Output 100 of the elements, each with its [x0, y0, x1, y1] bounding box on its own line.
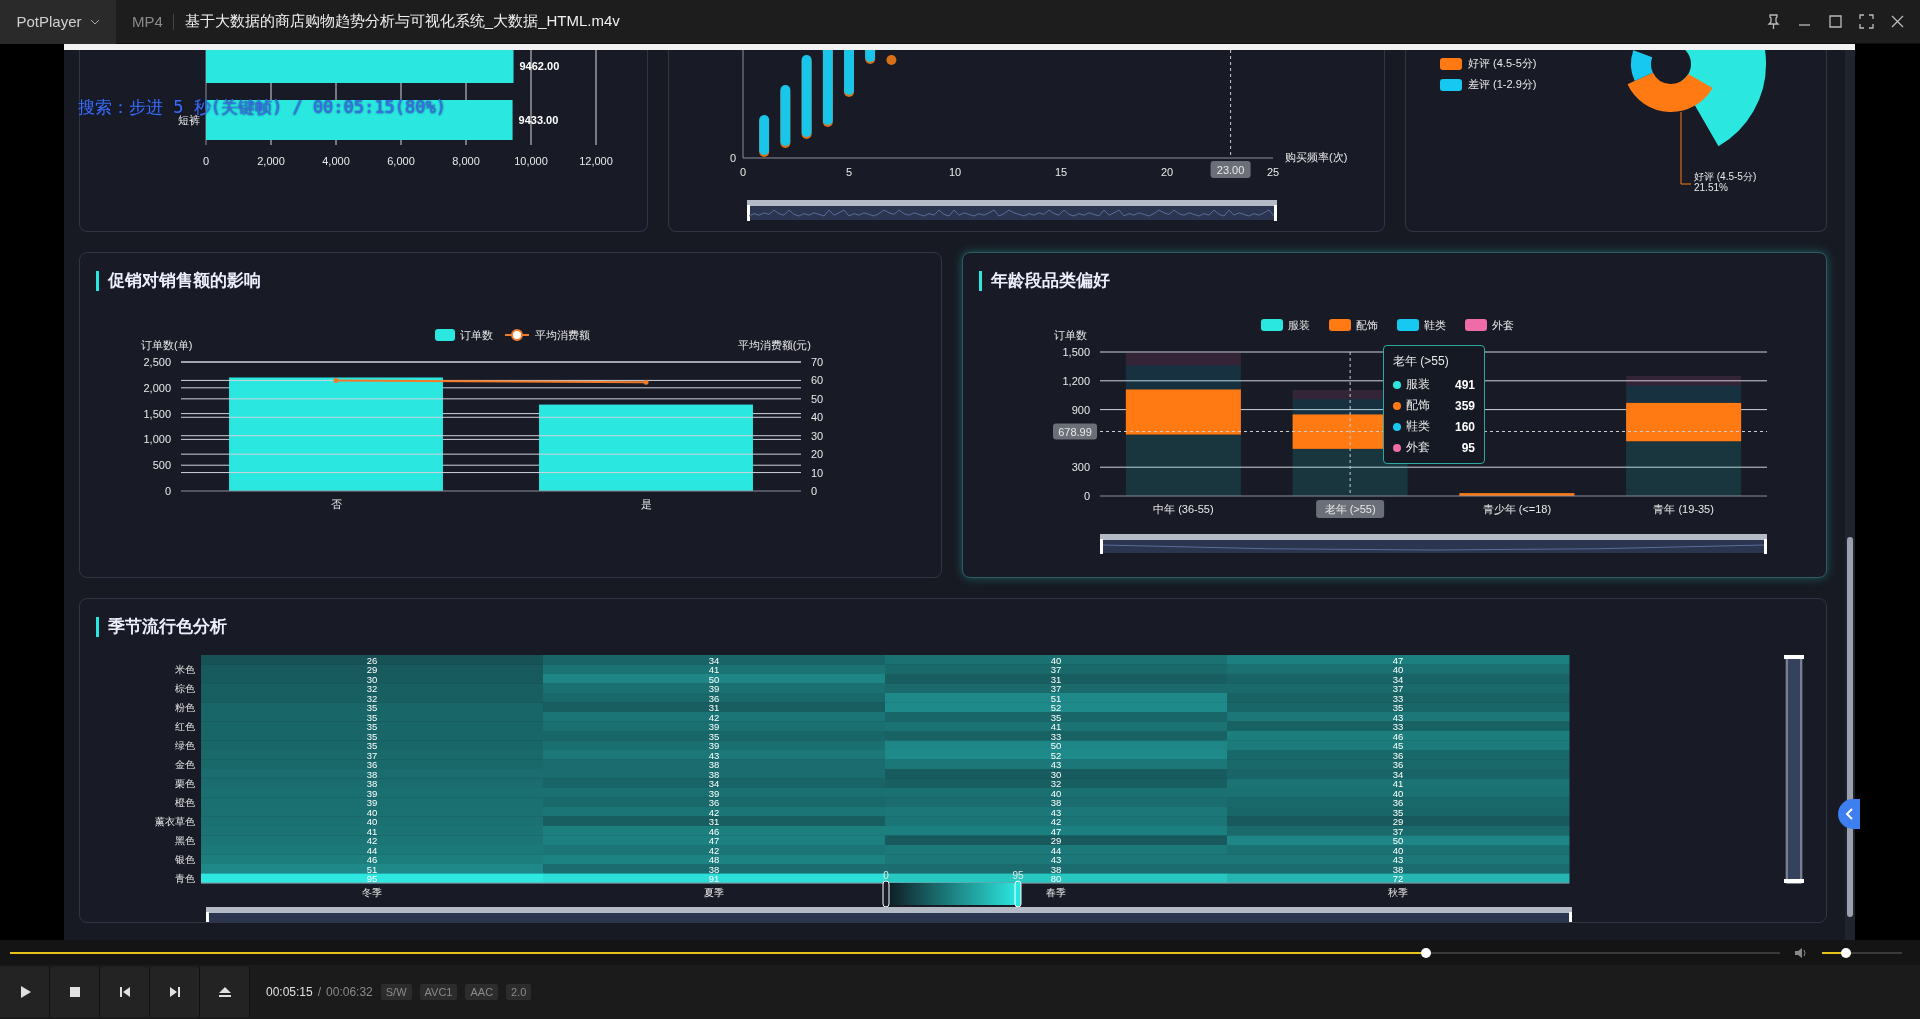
- zoom-slider[interactable]: [747, 200, 1277, 221]
- cell-value: 35: [366, 721, 378, 732]
- callout-percent: 21.51%: [1694, 182, 1728, 193]
- total-time: 00:06:32: [326, 985, 373, 999]
- axis-tick-label: 0: [164, 485, 171, 497]
- axis-tick-label: 25: [1266, 166, 1280, 178]
- axis-tick-label: 70: [811, 356, 824, 368]
- pointer-label: 23.00: [1210, 161, 1251, 178]
- cell-value: 52: [1050, 702, 1062, 713]
- cell-value: 42: [1050, 816, 1062, 827]
- cell-value: 36: [1392, 749, 1404, 761]
- cell-value: 40: [1050, 787, 1062, 799]
- cell-value: 40: [366, 806, 378, 818]
- cell-value: 91: [708, 873, 720, 884]
- cell-value: 47: [708, 835, 720, 846]
- cell-value: 51: [1050, 692, 1062, 704]
- series-name: 配饰: [1406, 397, 1431, 414]
- cell-value: 46: [708, 825, 720, 837]
- legend-item[interactable]: 订单数: [435, 329, 493, 341]
- category-label: 否: [330, 498, 342, 510]
- cell-value: 34: [1392, 673, 1404, 685]
- column-label: 春季: [1046, 887, 1066, 898]
- axis-tick-label: 1,500: [143, 407, 171, 420]
- cell-value: 50: [708, 673, 720, 685]
- axis-tick-label: 2,500: [143, 356, 171, 368]
- cell-value: 80: [1050, 873, 1062, 884]
- cell-value: 72: [1392, 873, 1404, 884]
- legend-item[interactable]: 平均消费额: [504, 329, 590, 341]
- legend-label: 外套: [1492, 319, 1514, 331]
- cell-value: 32: [366, 683, 378, 694]
- cell-value: 33: [1050, 730, 1062, 742]
- cell-value: 34: [708, 778, 720, 789]
- cell-value: 51: [366, 863, 378, 875]
- cell-value: 37: [1050, 683, 1062, 694]
- cell-value: 33: [1392, 692, 1404, 704]
- speaker-icon[interactable]: [1794, 946, 1808, 959]
- cell-value: 31: [708, 702, 720, 713]
- eject-icon: [217, 985, 232, 999]
- axis-tick-label: 300: [1071, 461, 1090, 474]
- cell-value: 34: [1392, 768, 1404, 780]
- zoom-slider[interactable]: [206, 907, 1572, 922]
- axis-tick-label: 4,000: [322, 155, 350, 167]
- collapse-button[interactable]: [1838, 799, 1860, 829]
- previous-button[interactable]: [100, 967, 150, 1017]
- tooltip-title: 老年 (>55): [1393, 353, 1450, 370]
- legend-item[interactable]: 差评 (1-2.9分): [1440, 77, 1537, 92]
- axis-tick-label: 10,000: [514, 155, 548, 167]
- cell-value: 43: [1050, 759, 1062, 770]
- axis-tick-label: 2,000: [257, 155, 285, 167]
- cell-value: 52: [1050, 749, 1062, 761]
- caret-icon: [89, 18, 100, 25]
- fullscreen-icon[interactable]: [1858, 13, 1875, 30]
- axis-tick-label: 10: [811, 466, 824, 479]
- cell-value: 36: [708, 797, 720, 808]
- panel-title: 年龄段品类偏好: [979, 271, 1110, 291]
- series-value: 160: [1454, 419, 1475, 434]
- vertical-zoom-slider[interactable]: [1784, 655, 1804, 884]
- stop-button[interactable]: [50, 967, 100, 1017]
- row-label: 金色: [175, 759, 195, 770]
- eject-button[interactable]: [200, 967, 250, 1017]
- cell-value: 31: [1050, 673, 1062, 685]
- volume-handle[interactable]: [1841, 947, 1851, 958]
- axis-tick-label: 6,000: [387, 155, 415, 167]
- next-button[interactable]: [150, 967, 200, 1017]
- visual-map-slider[interactable]: [882, 880, 1022, 908]
- close-icon[interactable]: [1889, 13, 1906, 30]
- legend-item[interactable]: 鞋类: [1397, 319, 1446, 331]
- stop-icon: [67, 985, 82, 999]
- maximize-icon[interactable]: [1827, 13, 1844, 30]
- legend-label: 平均消费额: [535, 329, 590, 341]
- axis-tick-label: 30: [811, 429, 824, 442]
- play-button[interactable]: [0, 967, 50, 1017]
- seek-handle[interactable]: [1421, 947, 1431, 958]
- codec-badge: S/W: [380, 984, 412, 1000]
- cell-value: 39: [708, 787, 720, 799]
- cell-value: 41: [1050, 721, 1062, 732]
- axis-title: 订单数(单): [141, 339, 193, 351]
- zoom-slider[interactable]: [1100, 534, 1767, 554]
- axis-tick-label: 8,000: [452, 155, 480, 167]
- callout-label: 好评 (4.5-5分): [1694, 171, 1757, 182]
- cell-value: 39: [366, 787, 378, 799]
- category-label: 青少年 (<=18): [1482, 503, 1552, 515]
- cell-value: 36: [366, 759, 378, 770]
- cell-value: 29: [366, 664, 378, 675]
- legend-item[interactable]: 好评 (4.5-5分): [1440, 56, 1537, 71]
- cell-value: 29: [1392, 816, 1404, 827]
- axis-tick-label: 1,200: [1062, 374, 1090, 387]
- next-icon: [167, 985, 182, 999]
- row-label: 红色: [175, 721, 195, 732]
- legend-item[interactable]: 服装: [1261, 319, 1310, 331]
- axis-title: 订单数: [1053, 329, 1087, 341]
- legend-item[interactable]: 配饰: [1329, 319, 1378, 331]
- legend-item[interactable]: 外套: [1465, 319, 1514, 331]
- value-label: 9462.00: [519, 60, 560, 72]
- app-menu[interactable]: PotPlayer: [0, 0, 116, 44]
- category-label: 老年 (>55): [1324, 503, 1376, 515]
- pin-icon[interactable]: [1765, 13, 1782, 30]
- cell-value: 35: [1050, 711, 1062, 723]
- scrollbar[interactable]: [1845, 50, 1855, 940]
- legend-label: 配饰: [1356, 319, 1378, 331]
